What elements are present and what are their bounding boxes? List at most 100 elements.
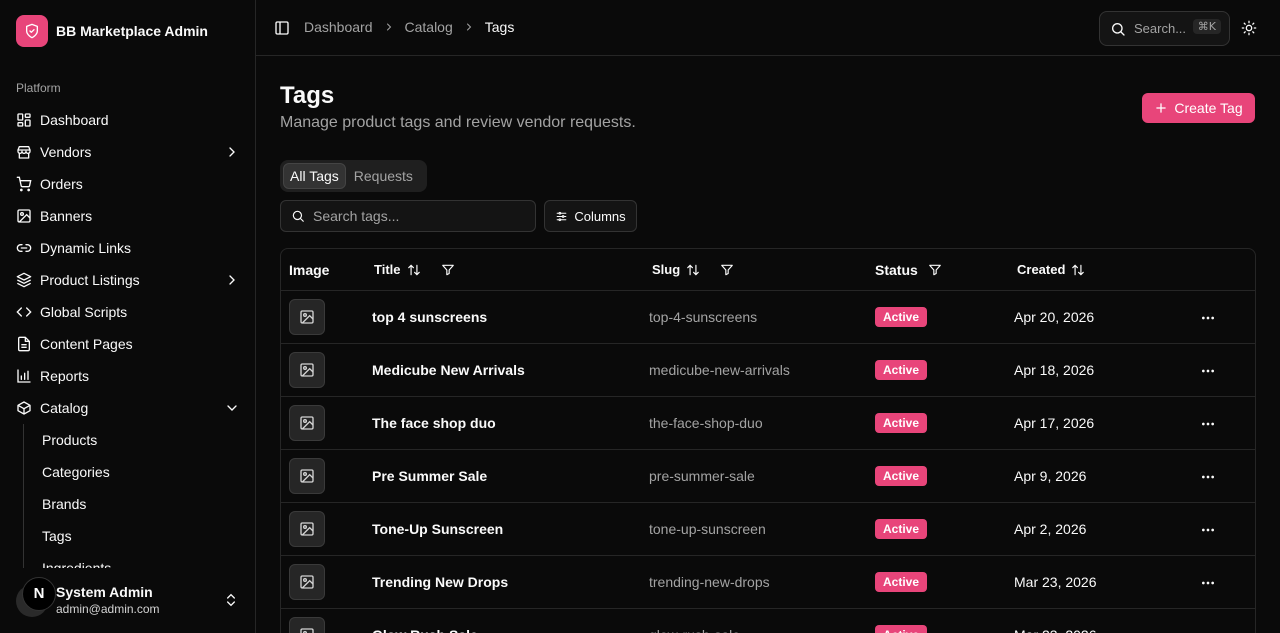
image-placeholder-icon[interactable] bbox=[289, 458, 325, 494]
brand[interactable]: BB Marketplace Admin bbox=[16, 15, 208, 47]
cell-title[interactable]: Medicube New Arrivals bbox=[372, 362, 525, 378]
filter-icon[interactable] bbox=[441, 263, 455, 277]
sidebar-subitem-tags[interactable]: Tags bbox=[34, 520, 248, 552]
bar-chart-icon bbox=[16, 368, 32, 384]
search-input[interactable] bbox=[313, 208, 523, 224]
image-placeholder-icon[interactable] bbox=[289, 617, 325, 633]
sidebar-item-product-listings[interactable]: Product Listings bbox=[8, 264, 248, 296]
cell-slug: the-face-shop-duo bbox=[649, 415, 763, 431]
filter-icon[interactable] bbox=[720, 263, 734, 277]
tab-requests[interactable]: Requests bbox=[348, 163, 419, 189]
sun-icon[interactable] bbox=[1241, 20, 1257, 36]
sliders-icon bbox=[556, 211, 567, 221]
sort-icon[interactable] bbox=[1071, 263, 1085, 277]
page-subtitle: Manage product tags and review vendor re… bbox=[280, 114, 636, 131]
sidebar-item-content-pages[interactable]: Content Pages bbox=[8, 328, 248, 360]
columns-button[interactable]: Columns bbox=[544, 200, 637, 232]
sidebar-item-global-scripts[interactable]: Global Scripts bbox=[8, 296, 248, 328]
tab-all-tags[interactable]: All Tags bbox=[283, 163, 346, 189]
layout-grid-icon bbox=[16, 112, 32, 128]
cell-created: Mar 23, 2026 bbox=[1014, 627, 1097, 633]
more-horizontal-icon[interactable] bbox=[1199, 521, 1217, 539]
sidebar-subitem-categories[interactable]: Categories bbox=[34, 456, 248, 488]
global-search[interactable]: Search... ⌘K bbox=[1099, 11, 1230, 46]
table-row[interactable]: Pre Summer Sale pre-summer-sale Active Apr … bbox=[281, 450, 1255, 503]
shield-logo-icon bbox=[16, 15, 48, 47]
search-icon bbox=[292, 210, 304, 222]
table-row[interactable]: The face shop duo the-face-shop-duo Active… bbox=[281, 397, 1255, 450]
image-placeholder-icon[interactable] bbox=[289, 405, 325, 441]
sidebar-item-orders[interactable]: Orders bbox=[8, 168, 248, 200]
image-placeholder-icon[interactable] bbox=[289, 564, 325, 600]
cell-created: Mar 23, 2026 bbox=[1014, 574, 1097, 590]
tag-tabs: All Tags Requests bbox=[280, 160, 427, 192]
more-horizontal-icon[interactable] bbox=[1199, 309, 1217, 327]
code-icon bbox=[16, 304, 32, 320]
cell-title[interactable]: The face shop duo bbox=[372, 415, 496, 431]
chevrons-up-down-icon bbox=[227, 593, 235, 607]
breadcrumb-dashboard[interactable]: Dashboard bbox=[304, 19, 373, 35]
cell-title[interactable]: top 4 sunscreens bbox=[372, 309, 487, 325]
cell-slug: tone-up-sunscreen bbox=[649, 521, 766, 537]
cell-slug: medicube-new-arrivals bbox=[649, 362, 790, 378]
create-tag-button[interactable]: Create Tag bbox=[1142, 93, 1255, 123]
sort-icon[interactable] bbox=[686, 263, 700, 277]
header-status-label: Status bbox=[875, 262, 918, 278]
top-header: Dashboard Catalog Tags Search... ⌘K bbox=[256, 0, 1280, 56]
more-horizontal-icon[interactable] bbox=[1199, 362, 1217, 380]
status-badge: Active bbox=[875, 360, 928, 380]
table-header: Image Title Slug Status Created bbox=[281, 249, 1255, 291]
cell-title[interactable]: Glow Rush Sale bbox=[372, 627, 478, 633]
header-status[interactable]: Status bbox=[875, 262, 942, 278]
table-row[interactable]: top 4 sunscreens top-4-sunscreens Active Ap… bbox=[281, 291, 1255, 344]
sidebar-item-reports[interactable]: Reports bbox=[8, 360, 248, 392]
status-badge: Active bbox=[875, 307, 928, 327]
more-horizontal-icon[interactable] bbox=[1199, 627, 1217, 633]
table-row[interactable]: Medicube New Arrivals medicube-new-arriva… bbox=[281, 344, 1255, 397]
image-placeholder-icon[interactable] bbox=[289, 511, 325, 547]
header-slug[interactable]: Slug bbox=[652, 262, 734, 277]
cell-title[interactable]: Trending New Drops bbox=[372, 574, 508, 590]
more-horizontal-icon[interactable] bbox=[1199, 468, 1217, 486]
sidebar-item-label: Global Scripts bbox=[40, 304, 128, 320]
sidebar-nav: Dashboard Vendors Orders Banners Dynamic… bbox=[8, 104, 248, 584]
sidebar-subitem-brands[interactable]: Brands bbox=[34, 488, 248, 520]
package-icon bbox=[16, 400, 32, 416]
file-text-icon bbox=[16, 336, 32, 352]
sidebar-item-label: Orders bbox=[40, 176, 83, 192]
breadcrumb-catalog[interactable]: Catalog bbox=[405, 19, 453, 35]
header-created-label: Created bbox=[1017, 262, 1066, 277]
sidebar-item-label: Content Pages bbox=[40, 336, 133, 352]
user-email: admin@admin.com bbox=[56, 602, 160, 616]
header-image-label: Image bbox=[289, 262, 330, 278]
sidebar-toggle-icon[interactable] bbox=[274, 20, 290, 36]
sidebar-item-dynamic-links[interactable]: Dynamic Links bbox=[8, 232, 248, 264]
more-horizontal-icon[interactable] bbox=[1199, 415, 1217, 433]
more-horizontal-icon[interactable] bbox=[1199, 574, 1217, 592]
sidebar-item-catalog[interactable]: Catalog bbox=[8, 392, 248, 424]
columns-label: Columns bbox=[574, 208, 626, 224]
avatar-letter: N bbox=[22, 576, 56, 611]
sidebar-item-dashboard[interactable]: Dashboard bbox=[8, 104, 248, 136]
table-row[interactable]: Trending New Drops trending-new-drops Acti… bbox=[281, 556, 1255, 609]
table-row[interactable]: Glow Rush Sale glow-rush-sale Active Mar 23… bbox=[281, 609, 1255, 633]
sidebar-item-label: Reports bbox=[40, 368, 90, 384]
user-menu[interactable]: N System Admin admin@admin.com bbox=[0, 568, 255, 633]
status-badge: Active bbox=[875, 519, 928, 539]
image-placeholder-icon[interactable] bbox=[289, 299, 325, 335]
cell-title[interactable]: Tone-Up Sunscreen bbox=[372, 521, 503, 537]
image-placeholder-icon[interactable] bbox=[289, 352, 325, 388]
tag-search-field bbox=[280, 200, 536, 232]
header-title[interactable]: Title bbox=[374, 262, 455, 277]
header-created[interactable]: Created bbox=[1017, 262, 1085, 277]
sidebar-item-vendors[interactable]: Vendors bbox=[8, 136, 248, 168]
table-row[interactable]: Tone-Up Sunscreen tone-up-sunscreen Active… bbox=[281, 503, 1255, 556]
sidebar-item-banners[interactable]: Banners bbox=[8, 200, 248, 232]
cell-title[interactable]: Pre Summer Sale bbox=[372, 468, 487, 484]
sidebar-subitem-products[interactable]: Products bbox=[34, 424, 248, 456]
cell-created: Apr 20, 2026 bbox=[1014, 309, 1095, 325]
filter-icon[interactable] bbox=[928, 263, 942, 277]
sidebar: BB Marketplace Admin Platform Dashboard … bbox=[0, 0, 256, 633]
sort-icon[interactable] bbox=[407, 263, 421, 277]
app-title: BB Marketplace Admin bbox=[56, 23, 208, 39]
